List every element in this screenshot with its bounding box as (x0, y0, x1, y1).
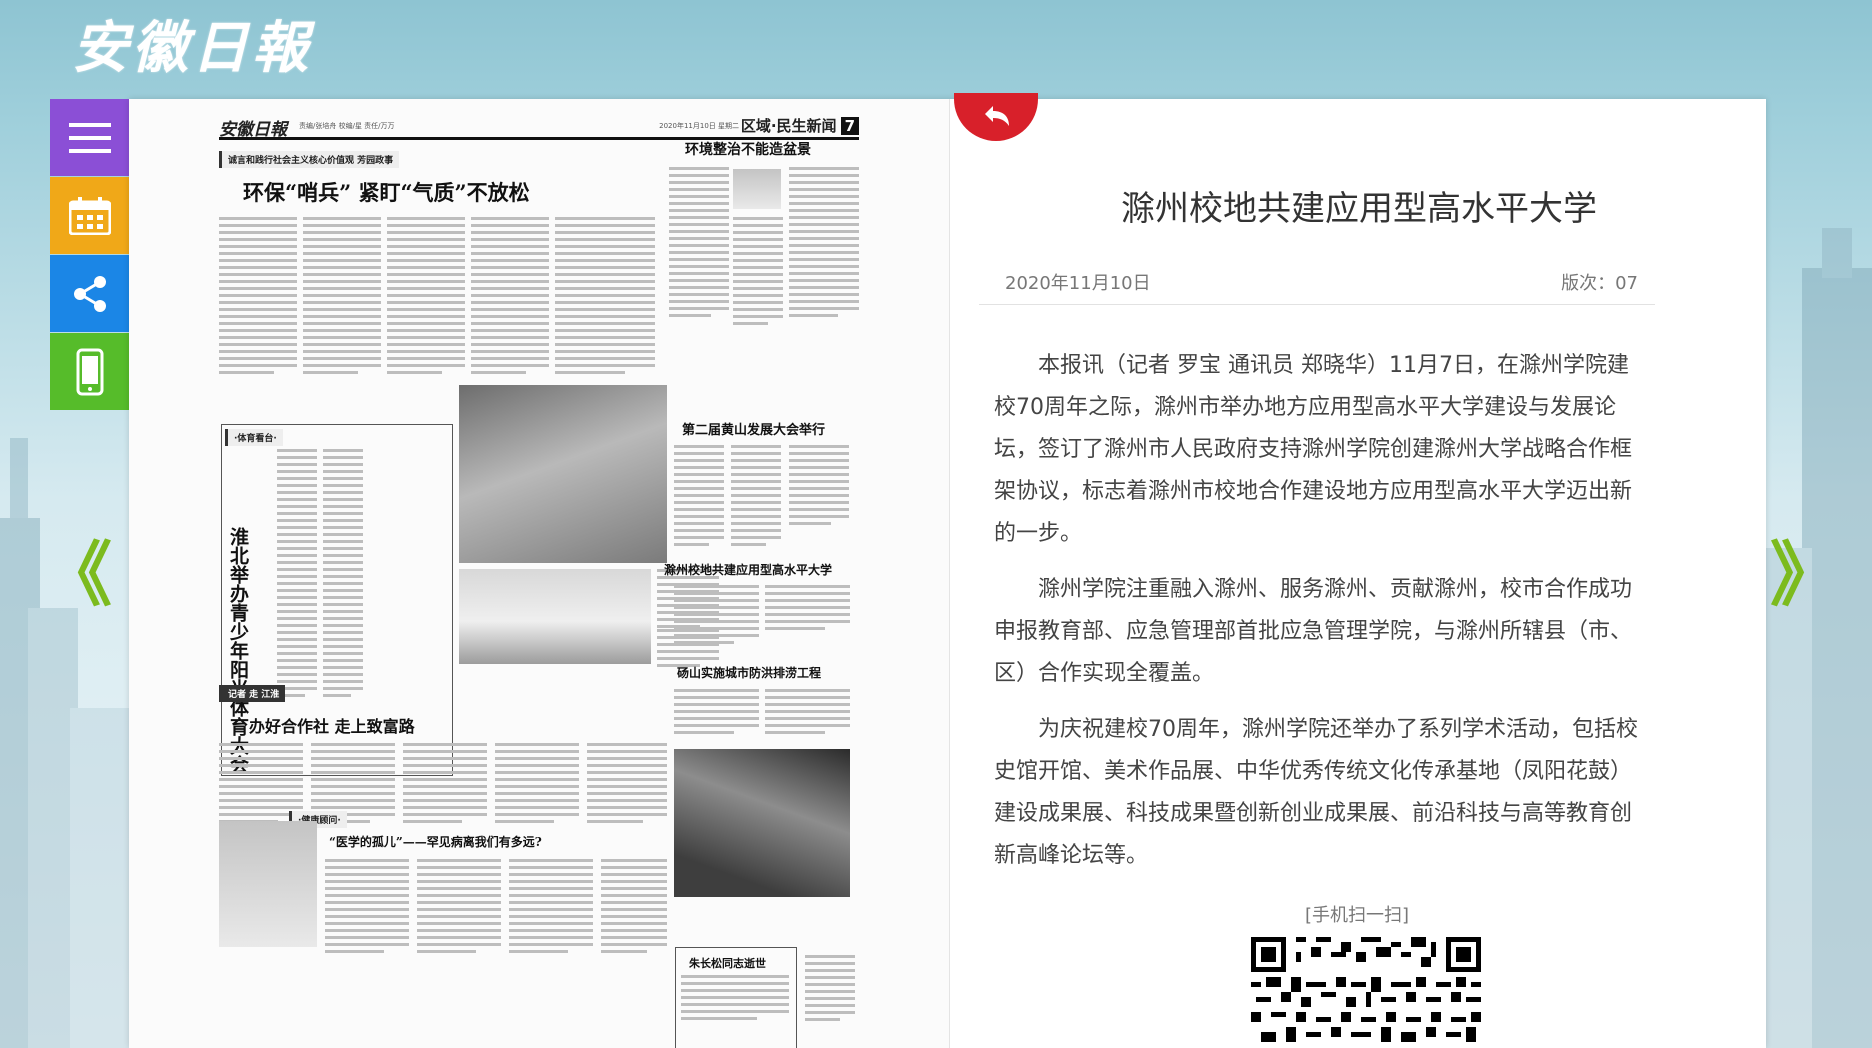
paper-section: 区域·民生新闻 7 (741, 115, 859, 136)
headline-env[interactable]: 环境整治不能造盆景 (685, 139, 811, 159)
prev-page-arrow[interactable]: 《 (42, 540, 112, 610)
article-edition: 版次：07 (1561, 273, 1638, 294)
headline-huangshan[interactable]: 第二届黄山发展大会举行 (682, 419, 825, 438)
column-logo-graphic (733, 169, 781, 209)
photo-kids-exercise (459, 385, 667, 563)
headline-vertical[interactable]: 淮北举办青少年阳光体育大会 (227, 527, 249, 774)
paper-kicker-top: 诚言和践行社会主义核心价值观 芳园政事 (219, 151, 400, 168)
qr-code-icon (1251, 937, 1481, 1047)
article-date: 2020年11月10日 (1005, 273, 1151, 294)
photo-market (674, 749, 850, 897)
headline-chuzhou[interactable]: 滁州校地共建应用型高水平大学 (664, 561, 832, 578)
paper-meta: 责编/张培舟 校编/星 责任/万万 (299, 122, 395, 130)
content-card: 安徽日報 责编/张培舟 校编/星 责任/万万 2020年11月10日 星期二 区… (129, 93, 1766, 1048)
photo-birds (219, 821, 317, 947)
mobile-button[interactable] (50, 333, 129, 410)
headline-main[interactable]: 环保“哨兵” 紧盯“气质”不放松 (243, 177, 530, 207)
paper-brand: 安徽日報 (219, 120, 287, 140)
photo-park (459, 569, 651, 664)
next-page-arrow[interactable]: 》 (1770, 540, 1840, 610)
article-title: 滁州校地共建应用型高水平大学 (1121, 189, 1597, 229)
side-toolbar (50, 99, 129, 411)
qr-label: [手机扫一扫] (1305, 905, 1410, 926)
calendar-button[interactable] (50, 177, 129, 254)
back-button[interactable] (954, 93, 1038, 141)
mobile-icon (76, 348, 103, 395)
paper-kicker-sports: ·体育看台· (225, 429, 283, 446)
back-arrow-icon (985, 106, 1009, 126)
paper-masthead: 安徽日報 责编/张培舟 校编/星 责任/万万 2020年11月10日 星期二 区… (219, 115, 859, 140)
share-button[interactable] (50, 255, 129, 332)
newspaper-page[interactable]: 安徽日報 责编/张培舟 校编/星 责任/万万 2020年11月10日 星期二 区… (129, 99, 950, 1048)
headline-health[interactable]: “医学的孤儿”——罕见病离我们有多远? (329, 833, 542, 850)
article-body: 本报讯（记者 罗宝 通讯员 郑晓华）11月7日，在滁州学院建校70周年之际，滁州… (994, 345, 1640, 891)
paper-date: 2020年11月10日 星期二 (659, 122, 739, 130)
share-icon (73, 275, 106, 312)
site-logo[interactable]: 安徽日報 (72, 12, 312, 84)
article-paragraph: 滁州学院注重融入滁州、服务滁州、贡献滁州，校市合作成功申报教育部、应急管理部首批… (994, 577, 1633, 686)
headline-dangshan[interactable]: 砀山实施城市防洪排涝工程 (677, 664, 821, 681)
headline-coop[interactable]: 办好合作社 走上致富路 (249, 713, 415, 737)
paper-page-number: 7 (840, 117, 859, 135)
calendar-icon (68, 196, 111, 235)
paper-kicker-reporter: 记者 走 江淮 (219, 685, 286, 702)
headline-obit[interactable]: 朱长松同志逝世 (689, 955, 766, 971)
menu-button[interactable] (50, 99, 129, 176)
article-paragraph: 本报讯（记者 罗宝 通讯员 郑晓华）11月7日，在滁州学院建校70周年之际，滁州… (994, 353, 1633, 546)
article-paragraph: 为庆祝建校70周年，滁州学院还举办了系列学术活动，包括校史馆开馆、美术作品展、中… (994, 717, 1638, 868)
article-divider (979, 304, 1655, 305)
menu-icon (68, 122, 111, 153)
paper-section-label: 区域·民生新闻 (740, 117, 837, 135)
